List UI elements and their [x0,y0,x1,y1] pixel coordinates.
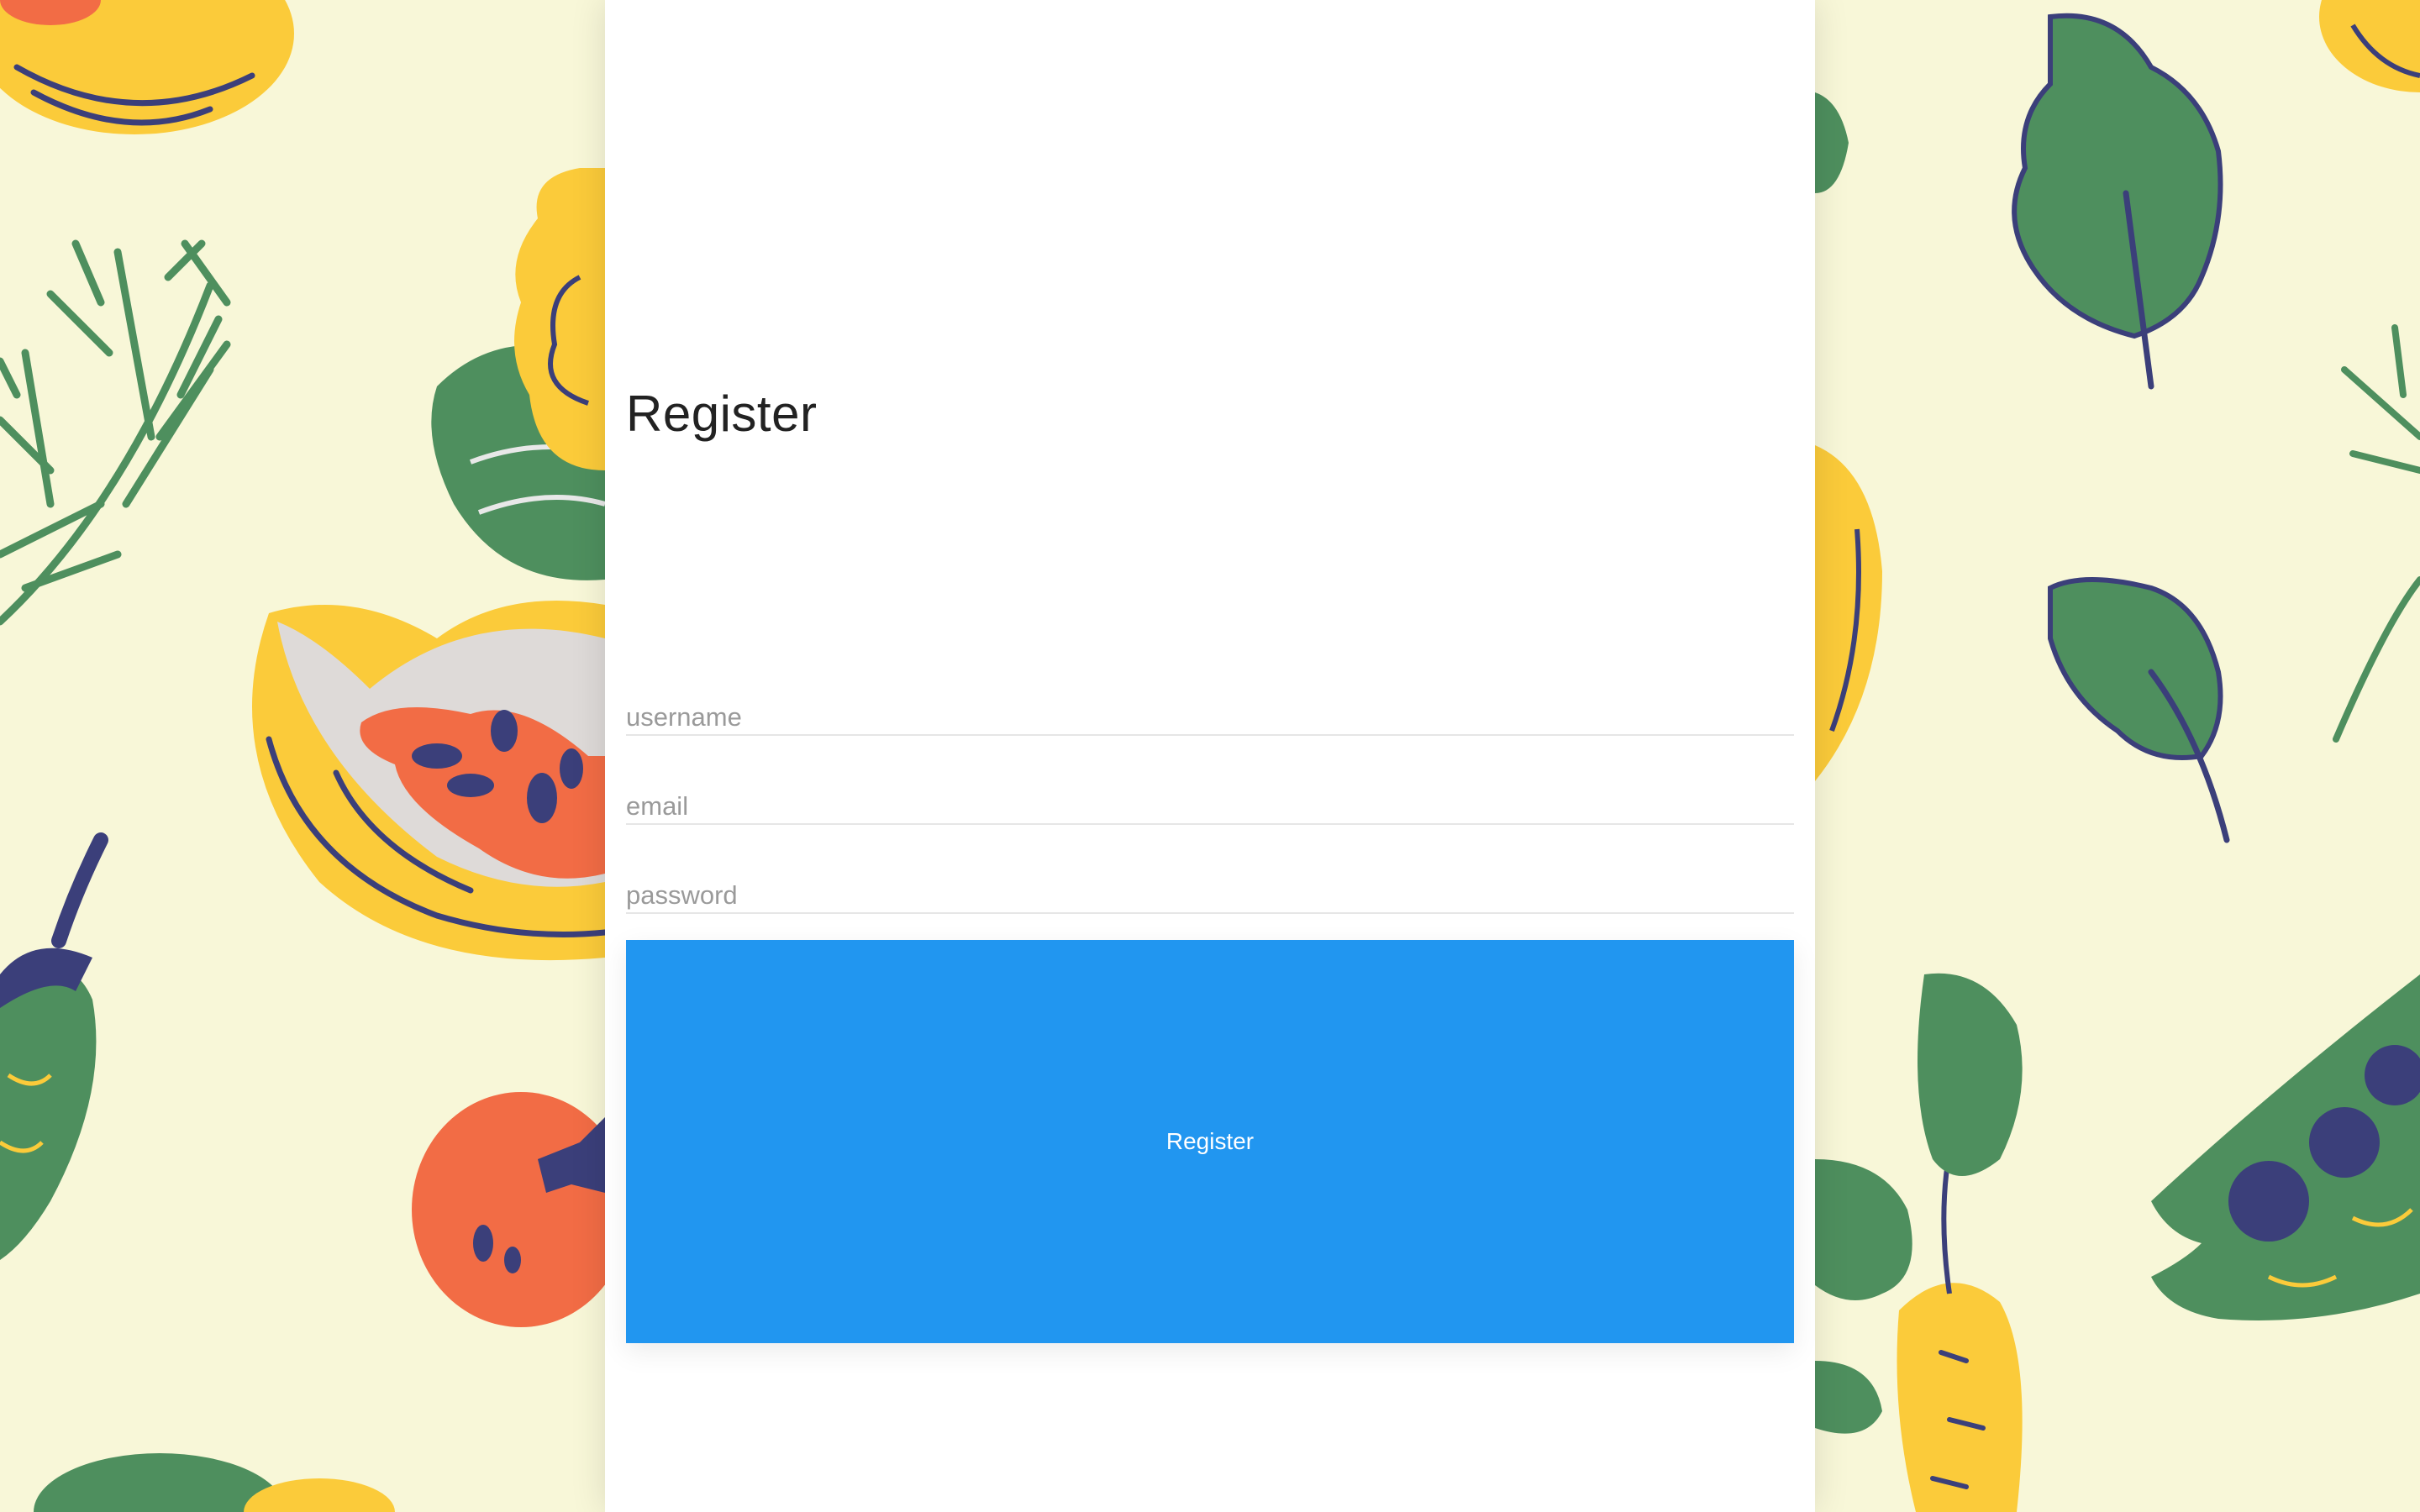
page-title: Register [626,386,818,442]
email-input[interactable] [626,791,1794,822]
email-field [626,783,1794,825]
username-field [626,694,1794,736]
register-panel: Register Register [605,0,1815,1512]
password-input[interactable] [626,880,1794,911]
tomato-icon [412,1092,630,1327]
password-field [626,872,1794,914]
username-input[interactable] [626,702,1794,732]
register-button[interactable]: Register [626,940,1794,1343]
